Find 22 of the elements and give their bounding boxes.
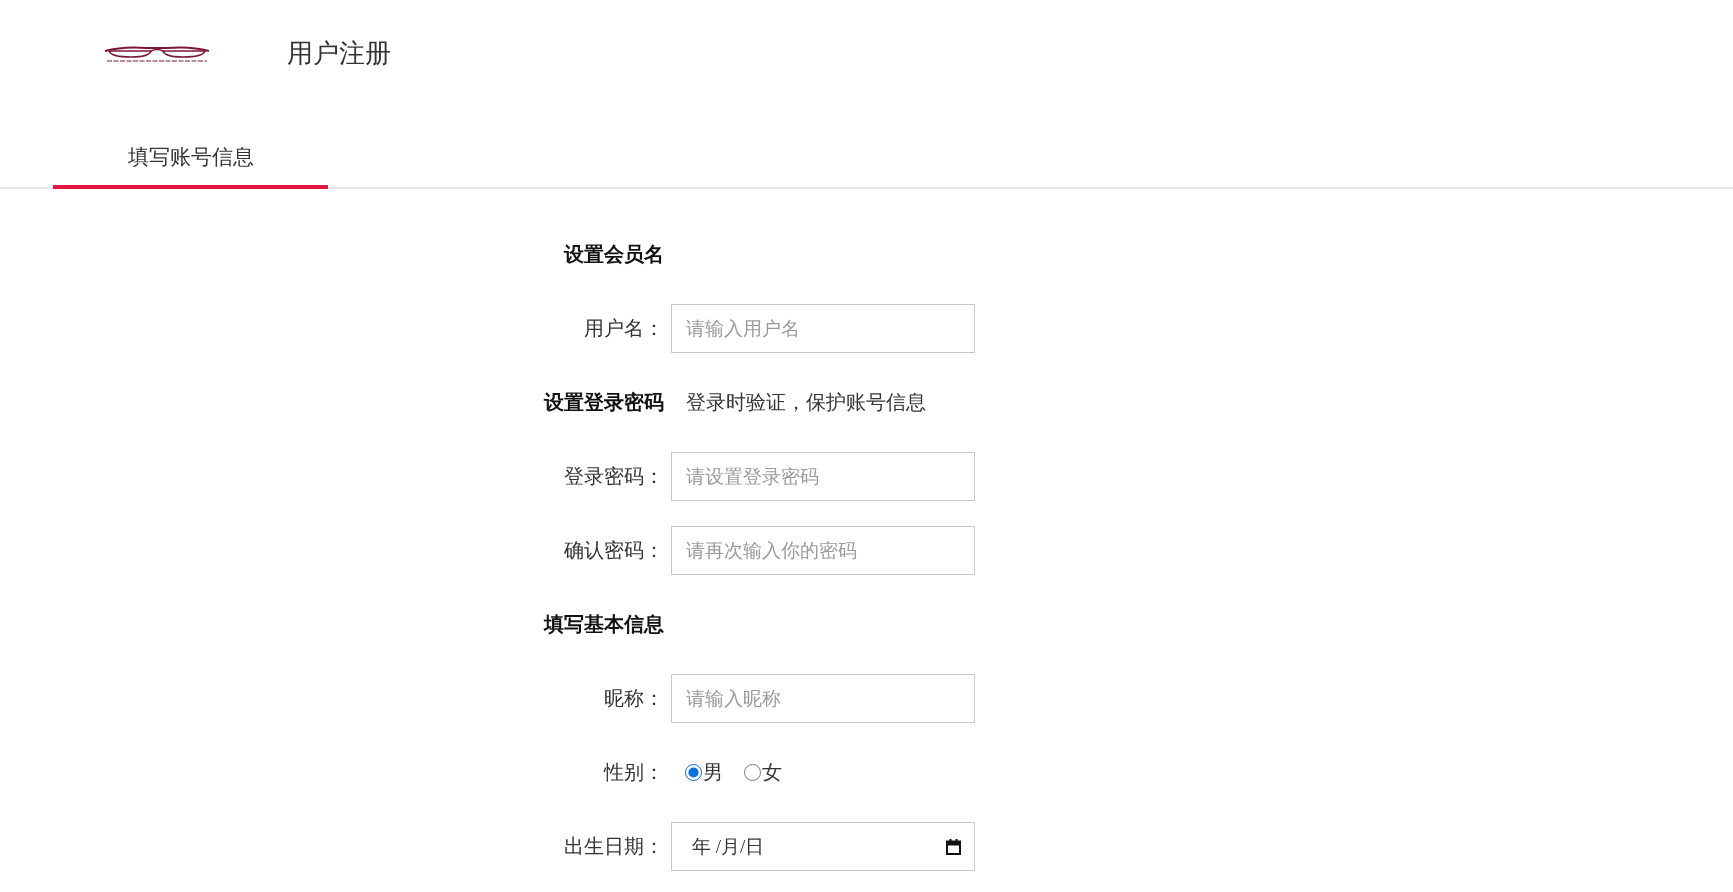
field-label: 用户名： — [584, 316, 664, 341]
field-label: 登录密码： — [564, 464, 664, 489]
section-hint: 登录时验证，保护账号信息 — [685, 390, 926, 415]
section-heading: 填写基本信息 — [544, 612, 664, 637]
password-field[interactable]: 请再次输入你的密码 — [671, 526, 975, 575]
tab[interactable]: 填写账号信息 — [53, 106, 328, 189]
date-field[interactable]: 年 /月/日 — [671, 822, 975, 871]
option-text[interactable]: 女 — [762, 759, 782, 786]
option-text[interactable]: 男 — [703, 759, 723, 786]
radio-button[interactable] — [744, 764, 761, 781]
section-heading: 设置会员名 — [564, 242, 664, 267]
text-field[interactable]: 请输入用户名 — [671, 304, 975, 353]
page-title: 用户注册 — [287, 37, 391, 69]
calendar-icon[interactable] — [946, 839, 961, 855]
field-label: 出生日期： — [564, 834, 664, 859]
text-field[interactable]: 请输入昵称 — [671, 674, 975, 723]
section-heading: 设置登录密码 — [544, 390, 664, 415]
radio-button[interactable] — [685, 764, 702, 781]
password-field[interactable]: 请设置登录密码 — [671, 452, 975, 501]
field-label: 性别： — [604, 760, 664, 785]
field-label: 确认密码： — [564, 538, 664, 563]
field-label: 昵称： — [604, 686, 664, 711]
